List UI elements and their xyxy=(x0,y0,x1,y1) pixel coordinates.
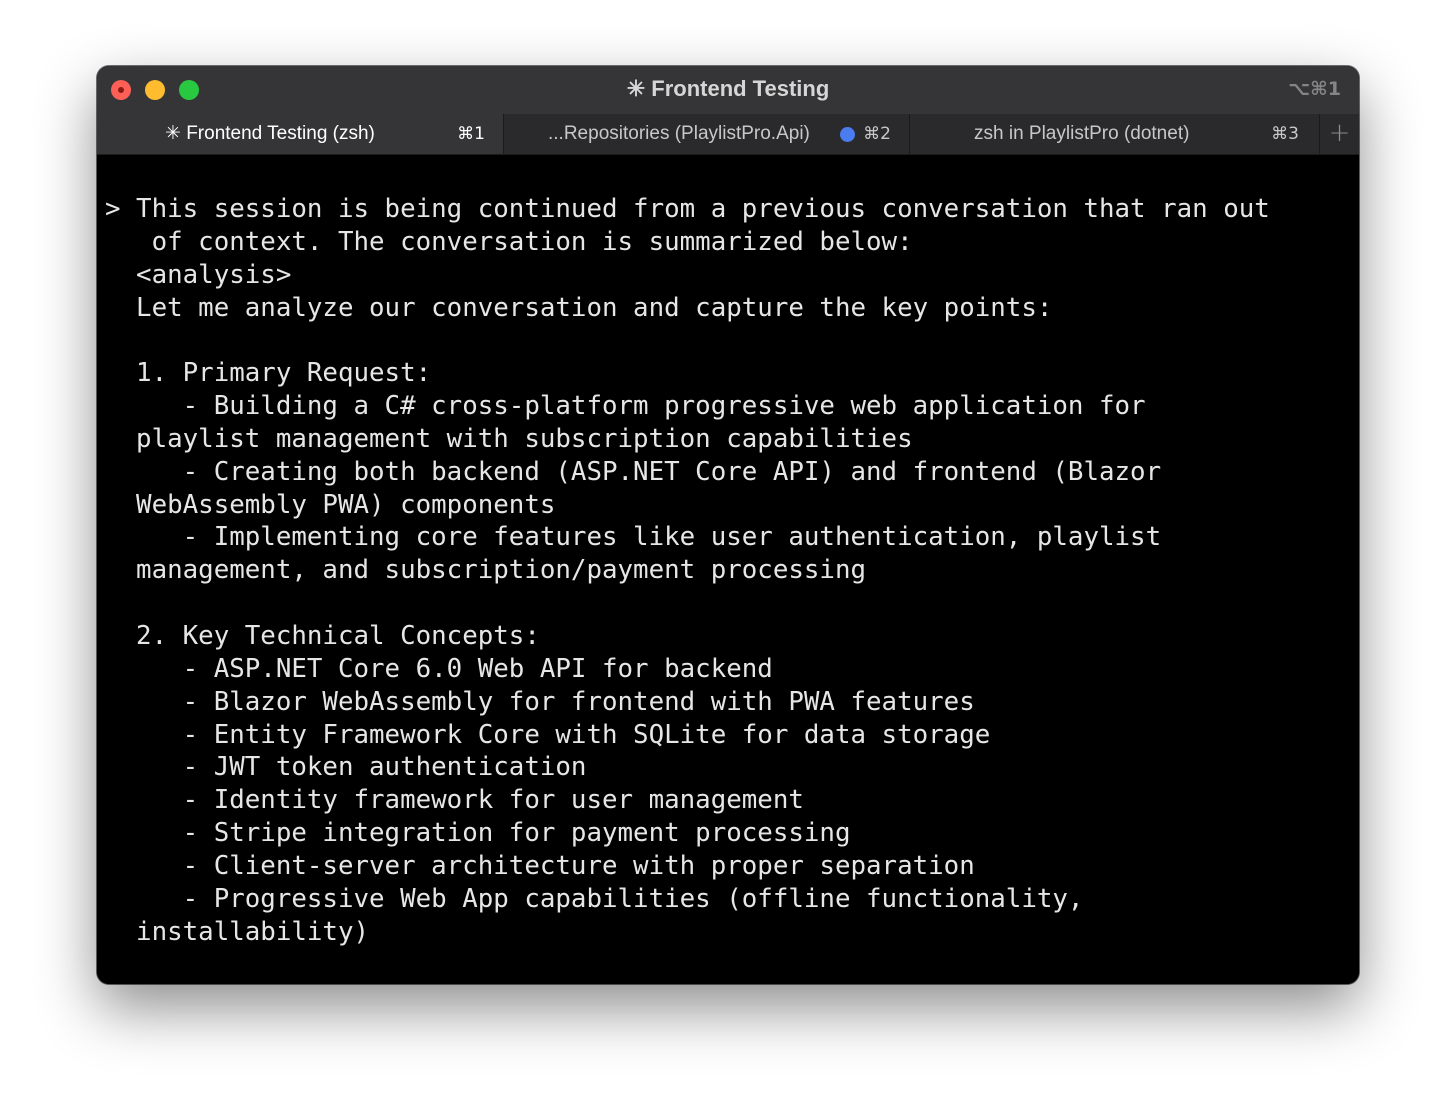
terminal-line: - Identity framework for user management xyxy=(105,785,804,816)
terminal-line: - Implementing core features like user a… xyxy=(105,522,1162,553)
tab-zsh-playlistpro[interactable]: zsh in PlaylistPro (dotnet) ⌘3 xyxy=(909,114,1317,154)
terminal-line: 2. Key Technical Concepts: xyxy=(105,620,540,651)
tab-bar: ✳ Frontend Testing (zsh) ⌘1 ...Repositor… xyxy=(97,114,1359,155)
new-tab-button[interactable]: + xyxy=(1319,114,1359,154)
terminal-output[interactable]: > This session is being continued from a… xyxy=(97,155,1359,984)
terminal-line: installability) xyxy=(105,916,370,947)
terminal-line: - Progressive Web App capabilities (offl… xyxy=(105,883,1084,914)
tab-label: ✳ Frontend Testing (zsh) xyxy=(165,123,375,144)
tab-frontend-testing[interactable]: ✳ Frontend Testing (zsh) ⌘1 xyxy=(97,114,503,154)
terminal-line: - Entity Framework Core with SQLite for … xyxy=(105,719,991,750)
terminal-window: ✳ Frontend Testing ⌥⌘1 ✳ Frontend Testin… xyxy=(97,66,1359,984)
terminal-line: <analysis> xyxy=(105,259,292,290)
terminal-line: - Building a C# cross-platform progressi… xyxy=(105,391,1146,422)
terminal-line: > This session is being continued from a… xyxy=(105,194,1270,224)
terminal-line: - JWT token authentication xyxy=(105,752,587,783)
terminal-line: 1. Primary Request: xyxy=(105,358,432,389)
terminal-line: - ASP.NET Core 6.0 Web API for backend xyxy=(105,653,773,684)
activity-dot-icon xyxy=(840,127,855,142)
tab-shortcut: ⌘3 xyxy=(1271,124,1299,144)
window-shortcut: ⌥⌘1 xyxy=(1288,78,1341,100)
terminal-line: of context. The conversation is summariz… xyxy=(105,226,913,257)
terminal-line: playlist management with subscription ca… xyxy=(105,423,913,454)
terminal-line: - Blazor WebAssembly for frontend with P… xyxy=(105,686,975,717)
terminal-line: - Client-server architecture with proper… xyxy=(105,850,975,881)
terminal-line: - Stripe integration for payment process… xyxy=(105,818,851,849)
terminal-line: management, and subscription/payment pro… xyxy=(105,555,867,586)
terminal-line: - Creating both backend (ASP.NET Core AP… xyxy=(105,456,1162,487)
tab-shortcut: ⌘2 xyxy=(863,124,891,144)
tab-label: ...Repositories (PlaylistPro.Api) xyxy=(548,123,810,144)
terminal-line: Let me analyze our conversation and capt… xyxy=(105,292,1053,323)
window-title: ✳ Frontend Testing xyxy=(626,76,830,101)
title-bar[interactable]: ✳ Frontend Testing ⌥⌘1 xyxy=(97,66,1359,114)
tab-label: zsh in PlaylistPro (dotnet) xyxy=(974,123,1190,144)
tab-shortcut: ⌘1 xyxy=(457,124,485,144)
terminal-line: WebAssembly PWA) components xyxy=(105,489,556,520)
terminal-text: > This session is being continued from a… xyxy=(105,193,1270,948)
tab-repositories[interactable]: ...Repositories (PlaylistPro.Api) ⌘2 xyxy=(503,114,909,154)
